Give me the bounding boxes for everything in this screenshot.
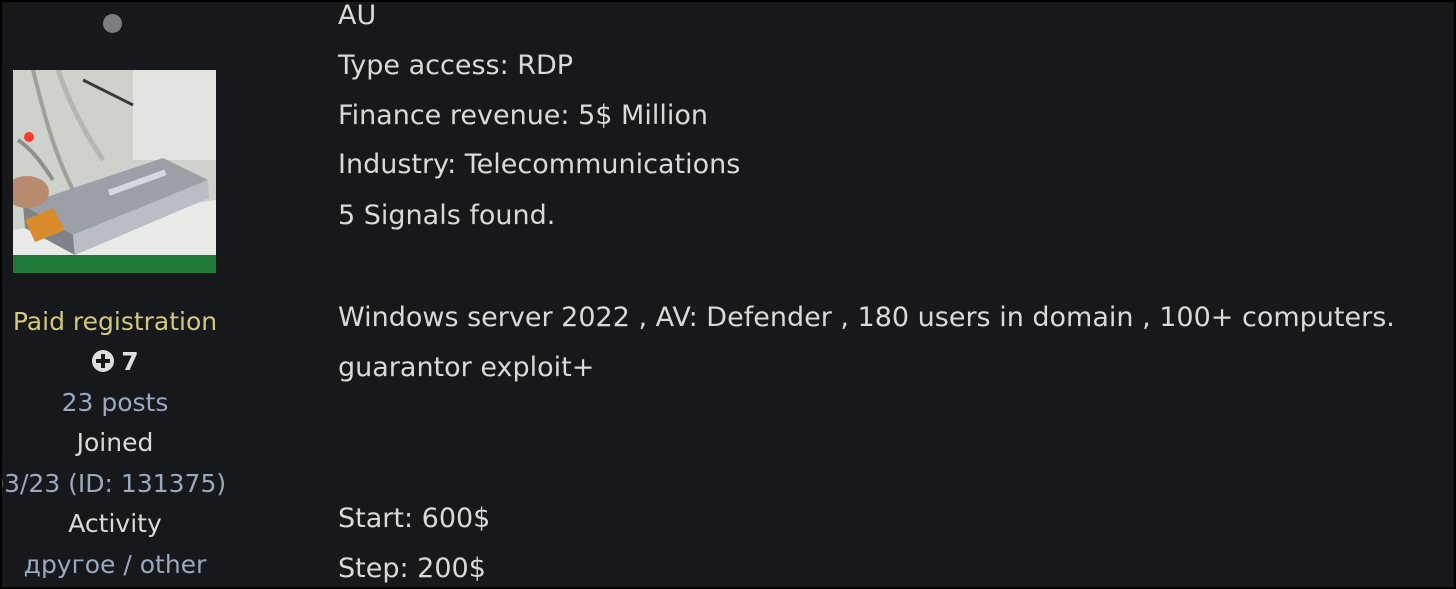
joined-label: Joined bbox=[76, 428, 154, 457]
post-line-start-price: Start: 600$ bbox=[338, 503, 491, 534]
post-line-country: AU bbox=[338, 0, 377, 31]
user-post-count[interactable]: 23 posts bbox=[2, 388, 248, 418]
forum-post-frame: Paid registration 7 23 posts Joined 4/03… bbox=[0, 0, 1456, 589]
user-group-title: Paid registration bbox=[12, 307, 218, 336]
plus-circle-icon bbox=[92, 350, 115, 372]
activity-label: Activity bbox=[68, 509, 162, 538]
online-status-indicator bbox=[103, 14, 122, 33]
reputation-badge[interactable]: 7 bbox=[2, 347, 248, 377]
post-line-guarantor: guarantor exploit+ bbox=[338, 352, 595, 383]
post-line-revenue: Finance revenue: 5$ Million bbox=[338, 100, 708, 131]
post-line-step-price: Step: 200$ bbox=[338, 553, 486, 584]
activity-value[interactable]: другое / other bbox=[2, 550, 248, 580]
user-avatar[interactable] bbox=[13, 70, 216, 273]
post-line-industry: Industry: Telecommunications bbox=[338, 149, 741, 180]
router-photo-icon bbox=[13, 70, 216, 273]
post-line-access-type: Type access: RDP bbox=[338, 50, 574, 81]
user-info-panel: Paid registration 7 23 posts Joined 4/03… bbox=[2, 2, 228, 587]
reputation-count: 7 bbox=[121, 347, 139, 376]
post-body: AU Type access: RDP Finance revenue: 5$ … bbox=[338, 2, 1448, 587]
post-line-environment: Windows server 2022 , AV: Defender , 180… bbox=[338, 302, 1395, 333]
post-line-signals: 5 Signals found. bbox=[338, 200, 556, 231]
joined-date: 4/03/23 (ID: 131375) bbox=[2, 469, 227, 498]
